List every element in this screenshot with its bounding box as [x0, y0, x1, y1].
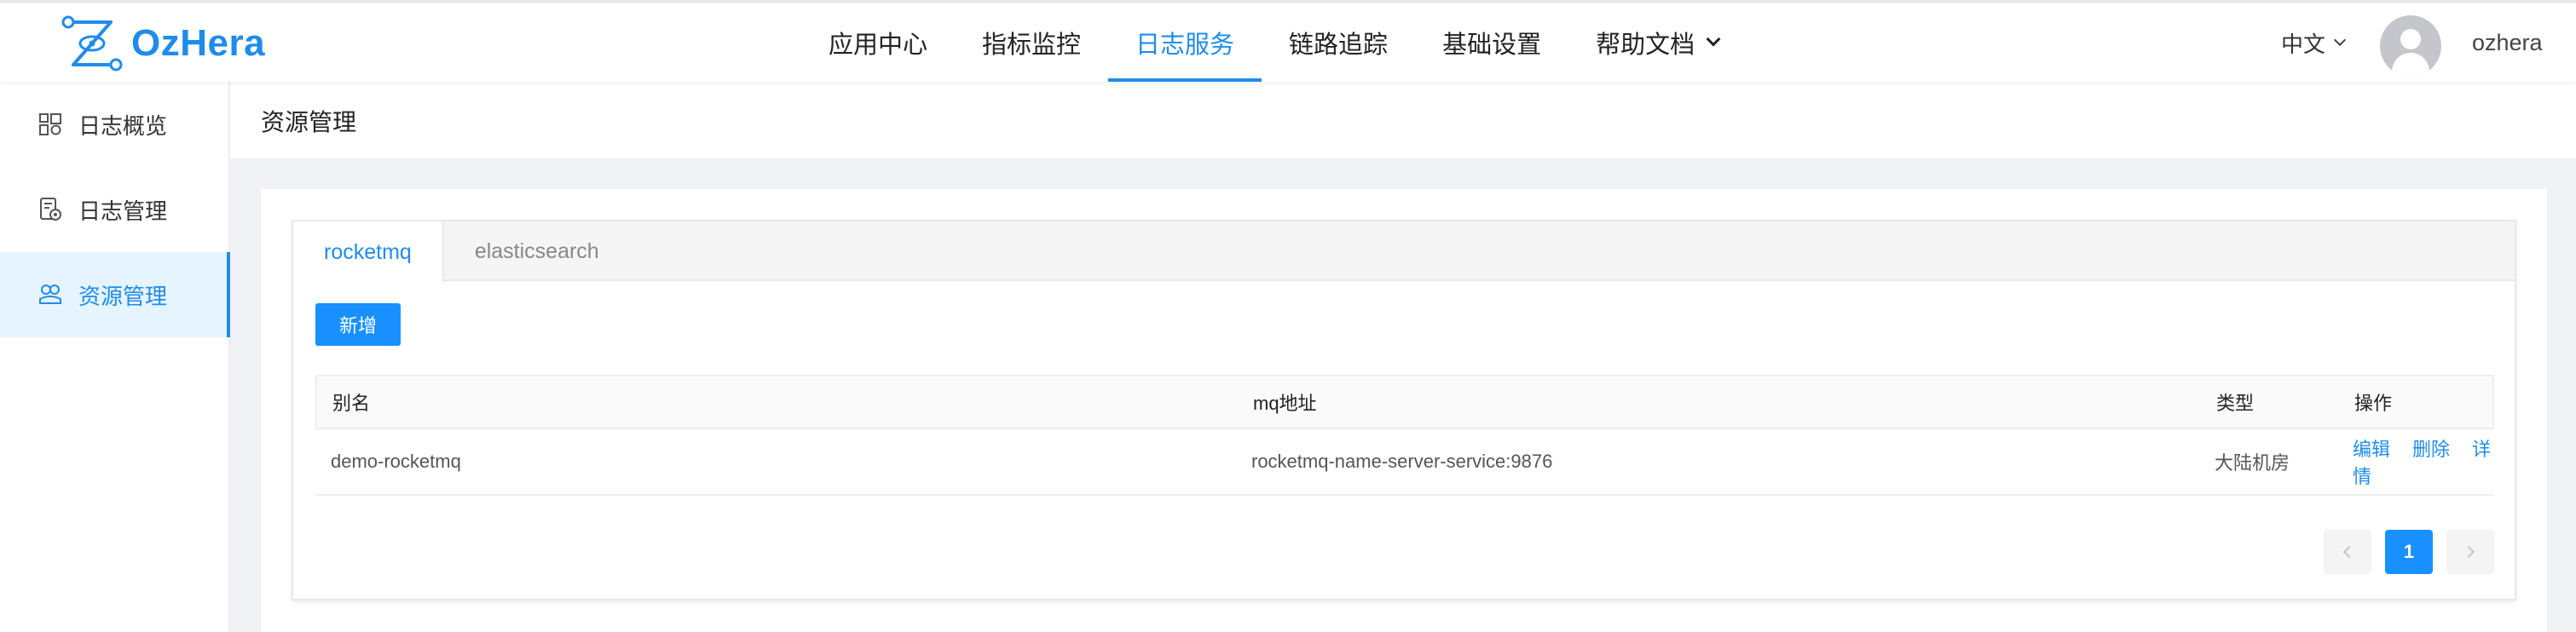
brand-name: OzHera [131, 22, 266, 64]
nav-item-metrics[interactable]: 指标监控 [955, 3, 1108, 82]
sidebar-item-label: 日志概览 [78, 112, 168, 139]
page-button-current[interactable]: 1 [2385, 530, 2433, 574]
overview-icon [39, 113, 61, 135]
resource-card: rocketmq elasticsearch 新增 别名 mq地址 类型 操作 … [292, 220, 2516, 600]
nav-item-settings[interactable]: 基础设置 [1415, 3, 1568, 82]
sidebar-item-log-manage[interactable]: 日志管理 [0, 167, 228, 252]
column-header-actions: 操作 [2354, 393, 2393, 414]
sidebar-item-label: 资源管理 [78, 283, 168, 309]
ozhera-logo-icon [61, 15, 123, 72]
cell-alias: demo-rocketmq [331, 451, 461, 472]
chevron-right-icon [2462, 545, 2475, 559]
logo[interactable]: OzHera [61, 15, 265, 72]
language-label: 中文 [2281, 31, 2326, 57]
language-switcher[interactable]: 中文 [2281, 3, 2347, 82]
main-nav: 应用中心 指标监控 日志服务 链路追踪 基础设置 帮助文档 [801, 3, 1746, 82]
column-header-mq-address: mq地址 [1253, 393, 1317, 414]
sidebar-item-resource-manage[interactable]: 资源管理 [0, 252, 230, 337]
column-header-type: 类型 [2216, 393, 2255, 414]
nav-item-label: 应用中心 [829, 32, 928, 59]
cell-type: 大陆机房 [2215, 452, 2290, 474]
page-header: 资源管理 [230, 82, 2576, 158]
sidebar-item-label: 日志管理 [78, 198, 168, 224]
user-icon [2400, 29, 2421, 49]
cell-mq-address: rocketmq-name-server-service:9876 [1251, 451, 1553, 472]
nav-item-log-service[interactable]: 日志服务 [1108, 3, 1262, 82]
content-panel: rocketmq elasticsearch 新增 别名 mq地址 类型 操作 … [261, 189, 2547, 632]
table-row: demo-rocketmq rocketmq-name-server-servi… [315, 429, 2494, 496]
top-bar: OzHera 应用中心 指标监控 日志服务 链路追踪 基础设置 帮助文档 中文 … [0, 0, 2576, 82]
tab-rocketmq[interactable]: rocketmq [293, 221, 444, 283]
pagination: 1 [2324, 530, 2508, 574]
sidebar-item-log-overview[interactable]: 日志概览 [0, 82, 228, 167]
delete-link[interactable]: 删除 [2412, 439, 2450, 460]
next-page-button[interactable] [2446, 530, 2494, 574]
username[interactable]: ozhera [2472, 3, 2543, 82]
column-header-alias: 别名 [332, 393, 371, 414]
nav-item-tracing[interactable]: 链路追踪 [1262, 3, 1415, 82]
tab-bar: rocketmq elasticsearch [293, 221, 2515, 283]
page-title: 资源管理 [261, 109, 357, 135]
nav-item-label: 链路追踪 [1289, 32, 1389, 59]
edit-link[interactable]: 编辑 [2353, 439, 2390, 460]
add-button[interactable]: 新增 [315, 303, 401, 346]
nav-item-label: 基础设置 [1442, 32, 1542, 59]
chevron-down-icon [1706, 32, 1721, 47]
nav-item-label: 帮助文档 [1596, 32, 1695, 59]
chevron-down-icon [2333, 33, 2347, 47]
cell-actions: 编辑 删除 详情 [2353, 434, 2494, 489]
avatar[interactable] [2380, 15, 2441, 77]
resource-table: 别名 mq地址 类型 操作 demo-rocketmq rocketmq-nam… [315, 375, 2494, 496]
chevron-left-icon [2342, 545, 2356, 559]
sidebar: 日志概览 日志管理 资源管理 [0, 82, 230, 632]
user-icon-body [2392, 53, 2429, 77]
prev-page-button[interactable] [2324, 530, 2371, 574]
nav-item-help-docs[interactable]: 帮助文档 [1568, 3, 1746, 82]
resource-icon [39, 284, 61, 304]
nav-item-label: 指标监控 [982, 32, 1082, 59]
nav-item-app-center[interactable]: 应用中心 [801, 3, 955, 82]
nav-item-label: 日志服务 [1135, 32, 1235, 59]
log-manage-icon [40, 198, 61, 221]
table-header: 别名 mq地址 类型 操作 [315, 375, 2494, 429]
tab-elasticsearch[interactable]: elasticsearch [444, 221, 630, 281]
